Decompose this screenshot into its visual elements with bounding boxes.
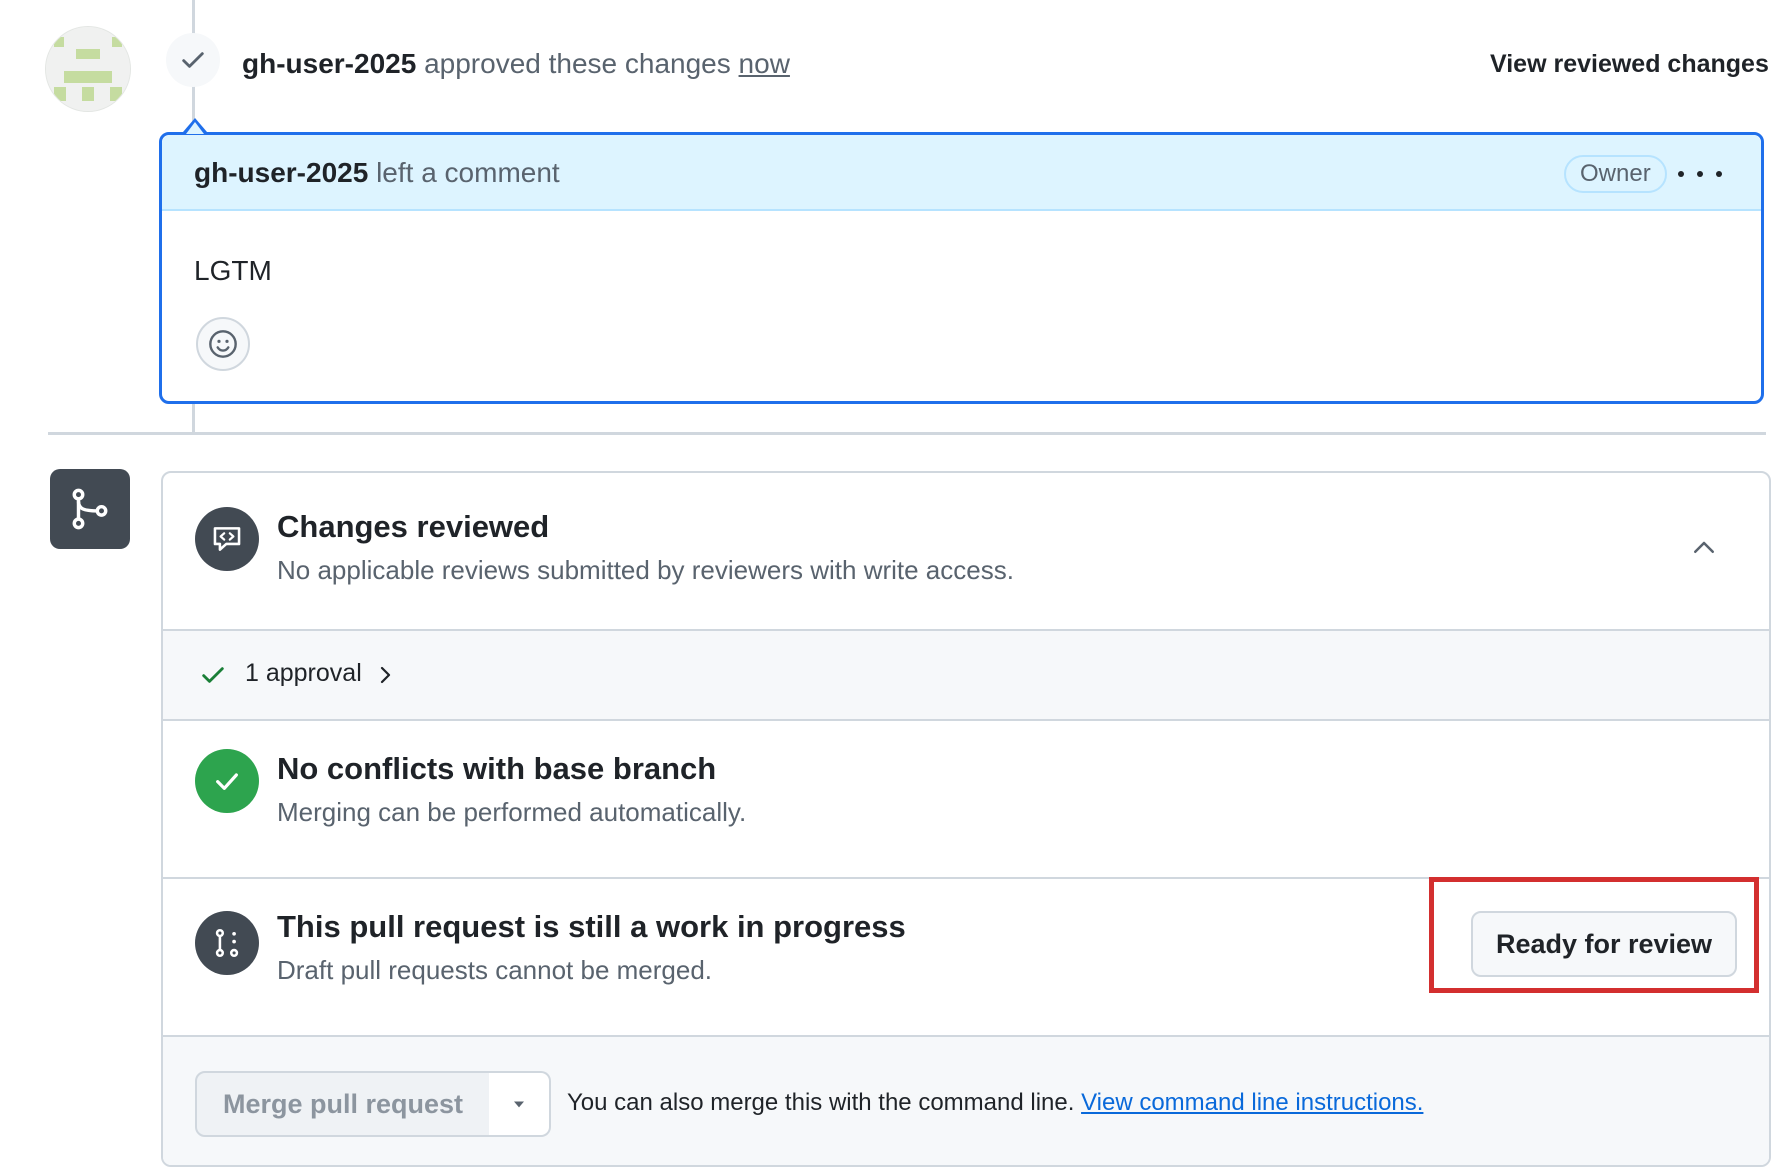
command-line-hint: You can also merge this with the command… [567, 1083, 1423, 1123]
review-author-link[interactable]: gh-user-2025 [242, 48, 416, 79]
review-action-text: approved these changes [424, 48, 731, 79]
chevron-up-icon[interactable] [1689, 533, 1719, 563]
comment-body: LGTM [194, 255, 272, 286]
git-merge-icon [50, 469, 130, 549]
git-branch-icon [72, 488, 108, 530]
kebab-horizontal-icon[interactable] [1678, 159, 1722, 189]
check-icon [202, 667, 224, 683]
merge-actions: Merge pull request You can also merge th… [163, 1037, 1769, 1165]
comment-action-text: left a comment [376, 157, 560, 188]
no-conflicts-description: Merging can be performed automatically. [277, 797, 747, 827]
draft-status-section: This pull request is still a work in pro… [163, 879, 1769, 1037]
triangle-down-icon [514, 1101, 524, 1108]
no-conflicts-section: No conflicts with base branch Merging ca… [163, 721, 1769, 879]
ready-for-review-button[interactable]: Ready for review [1471, 911, 1737, 977]
changes-reviewed-description: No applicable reviews submitted by revie… [277, 555, 1014, 585]
command-line-instructions-link[interactable]: View command line instructions. [1081, 1089, 1423, 1116]
view-reviewed-changes-link[interactable]: View reviewed changes [1490, 44, 1769, 84]
review-time-link[interactable]: now [739, 48, 790, 79]
code-review-icon [195, 507, 259, 571]
merge-box: Changes reviewed No applicable reviews s… [161, 471, 1771, 1167]
merge-method-dropdown[interactable] [489, 1071, 551, 1137]
approved-check-badge [166, 33, 220, 87]
review-comment: gh-user-2025 left a comment Owner LGTM [159, 132, 1764, 404]
comment-header: gh-user-2025 left a comment Owner [162, 135, 1761, 211]
comment-author: gh-user-2025 left a comment [194, 153, 560, 193]
review-event: gh-user-2025 approved these changes now [242, 44, 790, 84]
chevron-right-icon [380, 666, 391, 684]
smiley-icon [209, 330, 237, 358]
changes-reviewed-section[interactable]: Changes reviewed No applicable reviews s… [163, 473, 1769, 631]
merge-pull-request-button[interactable]: Merge pull request [195, 1071, 491, 1137]
draft-status-description: Draft pull requests cannot be merged. [277, 955, 713, 985]
avatar[interactable] [45, 26, 131, 112]
comment-caret-inner [186, 122, 204, 134]
check-icon [182, 52, 204, 68]
timeline-divider [48, 432, 1766, 435]
git-pull-request-draft-icon [195, 911, 259, 975]
add-reaction-button[interactable] [196, 317, 250, 371]
identicon-icon [46, 27, 130, 111]
approval-count: 1 approval [245, 659, 362, 687]
owner-badge: Owner [1564, 155, 1667, 193]
command-line-hint-text: You can also merge this with the command… [567, 1089, 1075, 1116]
approvals-row[interactable]: 1 approval [163, 631, 1769, 721]
check-circle-icon [195, 749, 259, 813]
draft-status-title: This pull request is still a work in pro… [277, 909, 906, 944]
comment-author-link[interactable]: gh-user-2025 [194, 157, 368, 188]
changes-reviewed-title: Changes reviewed [277, 509, 550, 544]
no-conflicts-title: No conflicts with base branch [277, 751, 717, 786]
